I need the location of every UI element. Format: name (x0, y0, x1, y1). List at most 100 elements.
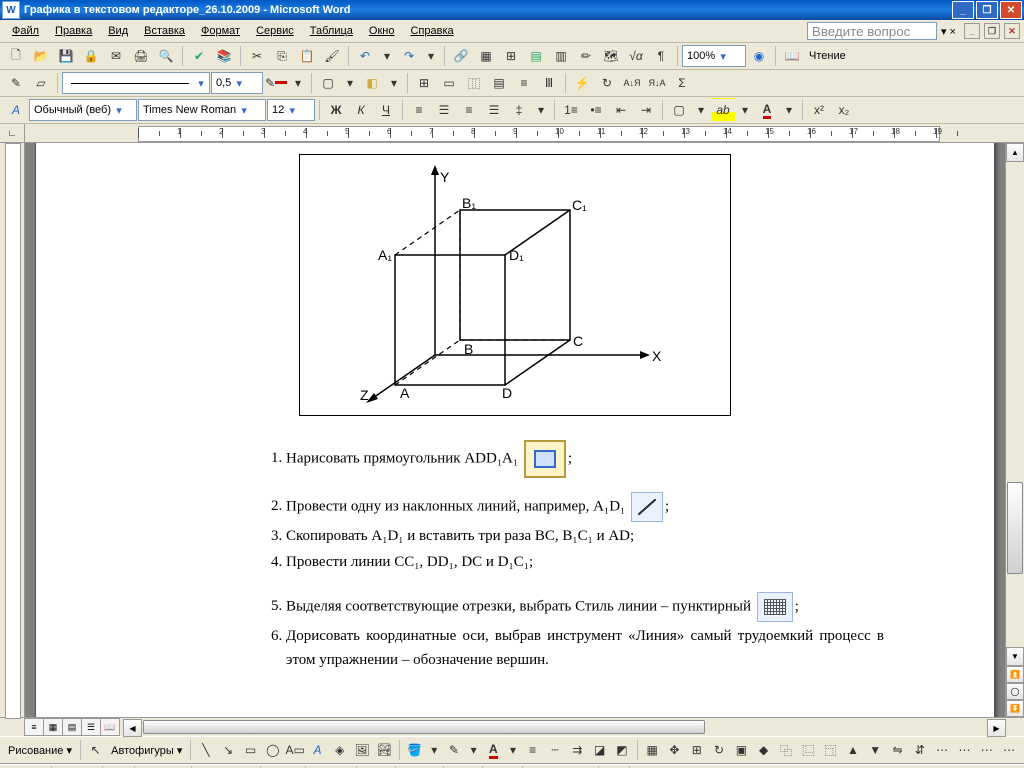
wordart-icon[interactable]: A (307, 738, 328, 762)
select-objects-icon[interactable]: ↖ (85, 738, 106, 762)
edit-points-icon[interactable]: ◆ (753, 738, 774, 762)
browse-object-button[interactable]: ◯ (1006, 683, 1024, 700)
3d-icon[interactable]: ◩ (611, 738, 632, 762)
restore-button[interactable]: ❐ (976, 1, 998, 19)
doc-close[interactable]: ✕ (1004, 23, 1020, 39)
redo-dd[interactable]: ▾ (422, 44, 440, 68)
border-color-dd[interactable]: ▾ (289, 71, 307, 95)
scroll-thumb[interactable] (1007, 482, 1023, 574)
zoom-combo[interactable]: 100%▾ (682, 45, 746, 67)
normal-view-button[interactable]: ≡ (24, 718, 44, 736)
align-left-icon[interactable]: ≡ (407, 98, 431, 122)
shading-dd[interactable]: ▾ (385, 71, 403, 95)
horizontal-ruler[interactable]: 12345678910111213141516171819 (25, 124, 1024, 143)
oval-icon[interactable]: ◯ (262, 738, 283, 762)
bullets-icon[interactable]: •≡ (584, 98, 608, 122)
outline-view-button[interactable]: ☰ (81, 718, 101, 736)
line-color-dd[interactable]: ▾ (466, 738, 482, 762)
menu-window[interactable]: Окно (361, 23, 403, 39)
reading-view-button[interactable]: 📖 (100, 718, 120, 736)
insert-table-icon[interactable]: ⊞ (499, 44, 523, 68)
highlight-icon[interactable]: ab (711, 98, 735, 122)
sort-asc-icon[interactable]: А↓Я (620, 71, 644, 95)
format-painter-icon[interactable]: 🖌 (320, 44, 344, 68)
decrease-indent-icon[interactable]: ⇤ (609, 98, 633, 122)
flip-v-icon[interactable]: ⇵ (909, 738, 930, 762)
tab-selector[interactable]: ∟ (0, 124, 25, 143)
docmap-icon[interactable]: 🗺 (599, 44, 623, 68)
document-area[interactable]: Y X Z A₁ B₁ C₁ D₁ A B C D Нарисовать пря… (25, 143, 1005, 717)
more3-icon[interactable]: ⋯ (976, 738, 997, 762)
menu-tools[interactable]: Сервис (248, 23, 302, 39)
doc-restore[interactable]: ❐ (984, 23, 1000, 39)
fill-color-icon[interactable]: 🪣 (404, 738, 425, 762)
help-icon[interactable]: ◉ (747, 44, 771, 68)
distribute-rows-icon[interactable]: ≡ (512, 71, 536, 95)
styles-pane-icon[interactable]: A (4, 98, 28, 122)
menu-format[interactable]: Формат (193, 23, 248, 39)
font-color-icon[interactable]: A (755, 98, 779, 122)
open-icon[interactable]: 📂 (29, 44, 53, 68)
undo-dd[interactable]: ▾ (378, 44, 396, 68)
arrow-style-icon[interactable]: ⇉ (567, 738, 588, 762)
font-color2-dd[interactable]: ▾ (505, 738, 521, 762)
numbering-icon[interactable]: 1≡ (559, 98, 583, 122)
line-weight-combo[interactable]: 0,5▾ (211, 72, 263, 94)
next-page-button[interactable]: ⏬ (1006, 700, 1024, 717)
underline-icon[interactable]: Ч (374, 98, 398, 122)
diagram-icon[interactable]: ◈ (329, 738, 350, 762)
line-icon[interactable]: ╲ (195, 738, 216, 762)
autoshapes-menu[interactable]: Автофигуры ▾ (107, 744, 186, 757)
menu-file[interactable]: Файл (4, 23, 47, 39)
more4-icon[interactable]: ⋯ (998, 738, 1019, 762)
doc-minimize[interactable]: _ (964, 23, 980, 39)
align-right-icon[interactable]: ≡ (457, 98, 481, 122)
excel-icon[interactable]: ▤ (524, 44, 548, 68)
text-wrap-icon[interactable]: ▣ (731, 738, 752, 762)
highlight-dd[interactable]: ▾ (736, 98, 754, 122)
rectangle-icon[interactable]: ▭ (240, 738, 261, 762)
autoformat-icon[interactable]: ⚡ (570, 71, 594, 95)
border-dd[interactable]: ▾ (341, 71, 359, 95)
increase-indent-icon[interactable]: ⇥ (634, 98, 658, 122)
minimize-button[interactable]: _ (952, 1, 974, 19)
borders-dd[interactable]: ▾ (692, 98, 710, 122)
font-color2-icon[interactable]: A (483, 738, 504, 762)
distribute-cols-icon[interactable]: Ⅲ (537, 71, 561, 95)
scroll-up-button[interactable]: ▲ (1006, 143, 1024, 162)
cut-icon[interactable]: ✂ (245, 44, 269, 68)
print-icon[interactable]: 🖨 (129, 44, 153, 68)
close-button[interactable]: ✕ (1000, 1, 1022, 19)
save-icon[interactable]: 💾 (54, 44, 78, 68)
send-back-icon[interactable]: ▼ (865, 738, 886, 762)
style-combo[interactable]: Обычный (веб)▾ (29, 99, 137, 121)
copy-icon[interactable]: ⎘ (270, 44, 294, 68)
arrow-icon[interactable]: ↘ (218, 738, 239, 762)
merge-cells-icon[interactable]: ▭ (437, 71, 461, 95)
new-doc-icon[interactable]: 🗋 (4, 44, 28, 68)
textbox-icon[interactable]: A▭ (284, 738, 305, 762)
web-view-button[interactable]: ▦ (43, 718, 63, 736)
regroup-icon[interactable]: ⿹ (820, 738, 841, 762)
menu-chevron[interactable]: ▾ × (937, 23, 960, 40)
draw-table-icon[interactable]: ✎ (4, 71, 28, 95)
reading-label[interactable]: Чтение (805, 50, 850, 62)
group-icon[interactable]: ⿻ (775, 738, 796, 762)
outside-border-icon[interactable]: ▢ (316, 71, 340, 95)
line-color-icon[interactable]: ✎ (443, 738, 464, 762)
ask-question-input[interactable] (807, 22, 937, 40)
permissions-icon[interactable]: 🔒 (79, 44, 103, 68)
prev-page-button[interactable]: ⏫ (1006, 666, 1024, 683)
bring-front-icon[interactable]: ▲ (842, 738, 863, 762)
insert-table2-icon[interactable]: ⊞ (412, 71, 436, 95)
print-preview-icon[interactable]: 🔍 (154, 44, 178, 68)
menu-view[interactable]: Вид (100, 23, 136, 39)
more1-icon[interactable]: ⋯ (932, 738, 953, 762)
border-color-icon[interactable]: ✎ (264, 71, 288, 95)
equation-icon[interactable]: √α (624, 44, 648, 68)
line-style-icon[interactable]: ≡ (522, 738, 543, 762)
split-cells-icon[interactable]: ⿲ (462, 71, 486, 95)
spellcheck-icon[interactable]: ✔ (187, 44, 211, 68)
borders-icon[interactable]: ▢ (667, 98, 691, 122)
drawing-icon[interactable]: ✏ (574, 44, 598, 68)
